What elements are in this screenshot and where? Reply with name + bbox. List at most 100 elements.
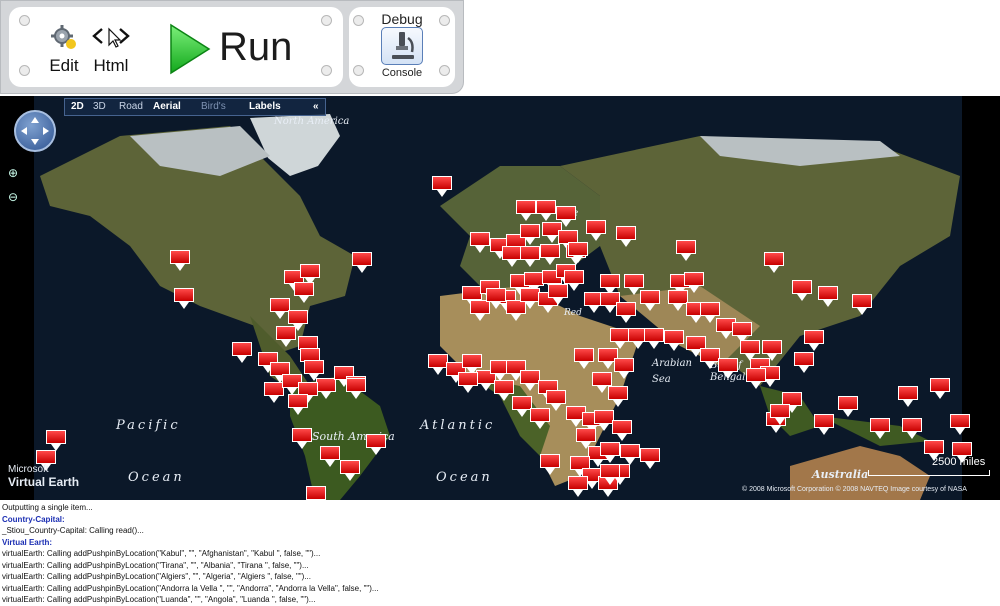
zoom-in-icon[interactable]: ⊕ (6, 166, 20, 180)
collapse-toolbar-button[interactable]: « (313, 101, 319, 112)
mode-2d-button[interactable]: 2D (71, 101, 84, 112)
pushpin-marker[interactable] (516, 200, 536, 222)
pushpin-marker[interactable] (600, 464, 620, 486)
pushpin-marker[interactable] (616, 302, 636, 324)
pushpin-marker[interactable] (792, 280, 812, 302)
pushpin-marker[interactable] (852, 294, 872, 316)
road-style-button[interactable]: Road (119, 101, 143, 112)
pushpin-marker[interactable] (950, 414, 970, 436)
pushpin-marker[interactable] (640, 448, 660, 470)
pushpin-marker[interactable] (568, 476, 588, 498)
pushpin-marker[interactable] (432, 176, 452, 198)
pushpin-marker[interactable] (512, 396, 532, 418)
pushpin-marker[interactable] (870, 418, 890, 440)
pushpin-marker[interactable] (616, 226, 636, 248)
pushpin-tip (175, 264, 185, 271)
pushpin-marker[interactable] (594, 410, 614, 432)
pushpin-marker[interactable] (620, 444, 640, 466)
pushpin-marker[interactable] (428, 354, 448, 376)
pushpin-marker[interactable] (610, 328, 630, 350)
pushpin-marker[interactable] (170, 250, 190, 272)
pushpin-marker[interactable] (814, 414, 834, 436)
pushpin-marker[interactable] (764, 252, 784, 274)
panel-rivet (19, 65, 30, 76)
pushpin-marker[interactable] (540, 454, 560, 476)
virtual-earth-map[interactable]: 2D 3D Road Aerial Bird's Labels « ⊕ ⊖ No… (0, 96, 1000, 500)
pushpin-marker[interactable] (486, 288, 506, 310)
pushpin-marker[interactable] (346, 378, 366, 400)
pushpin-marker[interactable] (902, 418, 922, 440)
pushpin-tip (619, 372, 629, 379)
html-button[interactable]: Html (89, 23, 133, 76)
pushpin-marker[interactable] (568, 242, 588, 264)
pushpin-marker[interactable] (470, 232, 490, 254)
pushpin-tip (633, 342, 643, 349)
pushpin-marker[interactable] (270, 298, 290, 320)
pushpin-marker[interactable] (294, 282, 314, 304)
labels-toggle[interactable]: Labels (249, 101, 281, 112)
pushpin-marker[interactable] (664, 330, 684, 352)
pushpin-tip (799, 366, 809, 373)
pushpin-marker[interactable] (494, 380, 514, 402)
pushpin-head (520, 246, 540, 260)
birds-eye-button[interactable]: Bird's (201, 101, 226, 112)
pushpin-marker[interactable] (718, 358, 738, 380)
pushpin-marker[interactable] (540, 244, 560, 266)
aerial-style-button[interactable]: Aerial (153, 101, 181, 112)
pan-compass[interactable] (14, 110, 56, 152)
pushpin-marker[interactable] (676, 240, 696, 262)
pushpin-marker[interactable] (794, 352, 814, 374)
pushpin-marker[interactable] (232, 342, 252, 364)
zoom-out-icon[interactable]: ⊖ (6, 190, 20, 204)
pushpin-marker[interactable] (352, 252, 372, 274)
pushpin-marker[interactable] (818, 286, 838, 308)
pushpin-marker[interactable] (288, 394, 308, 416)
pushpin-tip (517, 410, 527, 417)
pushpin-marker[interactable] (574, 348, 594, 370)
pushpin-marker[interactable] (536, 200, 556, 222)
pushpin-marker[interactable] (644, 328, 664, 350)
pushpin-marker[interactable] (770, 404, 790, 426)
run-button[interactable]: Run (167, 19, 317, 79)
pushpin-head (574, 348, 594, 362)
pushpin-tip (723, 372, 733, 379)
pushpin-marker[interactable] (292, 428, 312, 450)
pushpin-marker[interactable] (366, 434, 386, 456)
pushpin-marker[interactable] (264, 382, 284, 404)
pushpin-marker[interactable] (608, 386, 628, 408)
pushpin-head (684, 272, 704, 286)
pushpin-marker[interactable] (612, 420, 632, 442)
pushpin-marker[interactable] (668, 290, 688, 312)
pushpin-marker[interactable] (502, 246, 522, 268)
pushpin-marker[interactable] (804, 330, 824, 352)
pushpin-tip (621, 316, 631, 323)
pushpin-marker[interactable] (586, 220, 606, 242)
pushpin-marker[interactable] (600, 442, 620, 464)
pushpin-marker[interactable] (930, 378, 950, 400)
pushpin-tip (775, 418, 785, 425)
pushpin-marker[interactable] (640, 290, 660, 312)
pushpin-marker[interactable] (838, 396, 858, 418)
pushpin-marker[interactable] (46, 430, 66, 452)
pushpin-marker[interactable] (316, 378, 336, 400)
mode-3d-button[interactable]: 3D (93, 101, 106, 112)
pushpin-marker[interactable] (288, 310, 308, 332)
pushpin-marker[interactable] (520, 246, 540, 268)
pushpin-marker[interactable] (320, 446, 340, 468)
pushpin-marker[interactable] (700, 348, 720, 370)
pushpin-marker[interactable] (520, 224, 540, 246)
pushpin-marker[interactable] (306, 486, 326, 500)
pushpin-head (366, 434, 386, 448)
pushpin-marker[interactable] (746, 368, 766, 390)
pushpin-marker[interactable] (340, 460, 360, 482)
pushpin-marker[interactable] (520, 288, 540, 310)
pushpin-marker[interactable] (564, 270, 584, 292)
pushpin-marker[interactable] (174, 288, 194, 310)
pushpin-marker[interactable] (458, 372, 478, 394)
pushpin-marker[interactable] (546, 390, 566, 412)
pushpin-marker[interactable] (614, 358, 634, 380)
console-button[interactable] (381, 27, 423, 65)
pushpin-marker[interactable] (520, 370, 540, 392)
pushpin-marker[interactable] (898, 386, 918, 408)
edit-button[interactable]: Edit (43, 23, 85, 76)
